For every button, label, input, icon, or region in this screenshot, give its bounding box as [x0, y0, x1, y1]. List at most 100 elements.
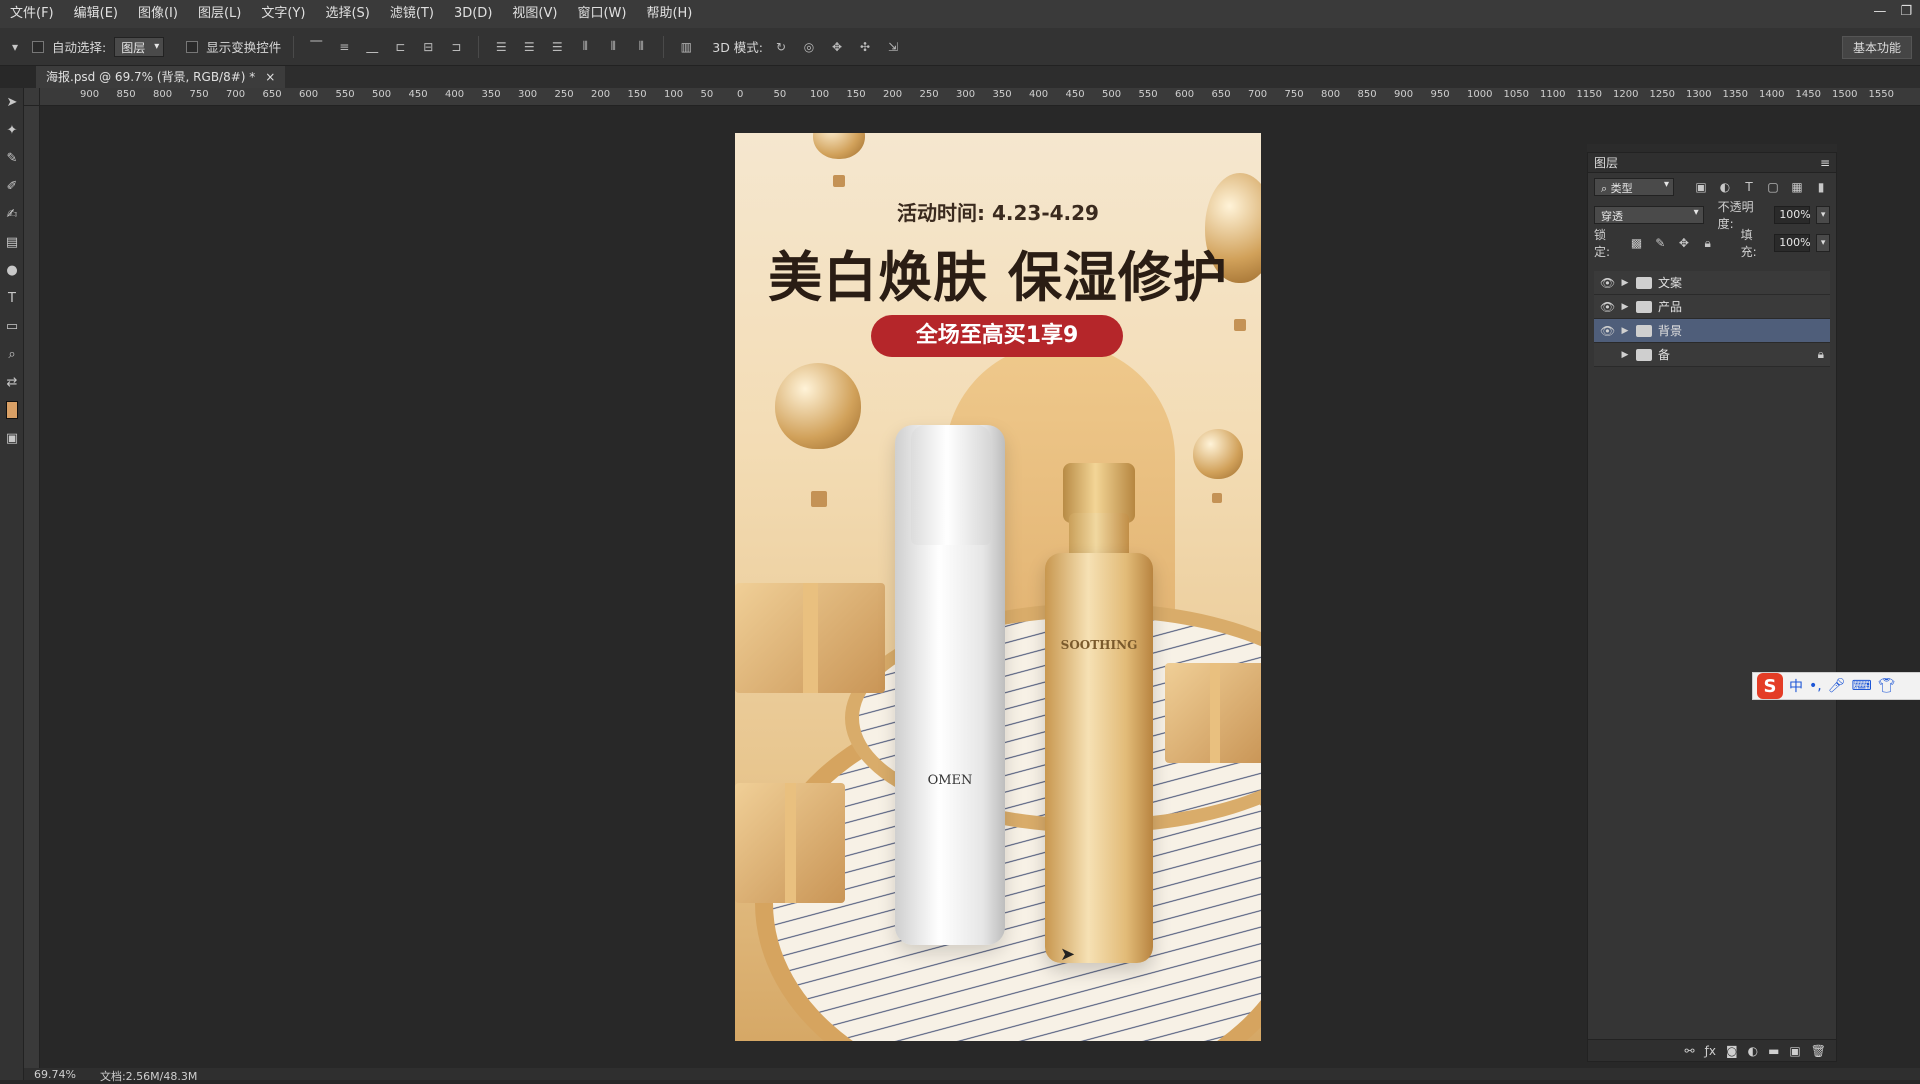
zoom-level[interactable]: 69.74%: [34, 1068, 76, 1081]
move-tool-icon[interactable]: ➤: [0, 88, 24, 116]
roll-3d-icon[interactable]: ◎: [799, 37, 819, 57]
menu-layer[interactable]: 图层(L): [188, 0, 251, 28]
menu-type[interactable]: 文字(Y): [251, 0, 315, 28]
new-group-icon[interactable]: ▬: [1768, 1044, 1779, 1058]
poster-headline: 美白焕肤 保湿修护: [768, 246, 1228, 309]
new-layer-icon[interactable]: ▣: [1789, 1044, 1800, 1058]
minimize-icon[interactable]: —: [1873, 4, 1886, 19]
document-size[interactable]: 文档:2.56M/48.3M: [100, 1068, 197, 1083]
filter-adjustment-icon[interactable]: ◐: [1716, 178, 1734, 196]
align-bottom-icon[interactable]: ⎽: [362, 37, 382, 57]
screen-mode-icon[interactable]: ▣: [0, 424, 24, 452]
layer-filter-dropdown[interactable]: ⌕ 类型: [1594, 178, 1674, 196]
link-layers-icon[interactable]: ⚯: [1685, 1044, 1695, 1058]
filter-toggle-icon[interactable]: ▮: [1812, 178, 1830, 196]
expand-triangle-icon[interactable]: ▶: [1620, 302, 1630, 312]
blend-mode-dropdown[interactable]: 穿透: [1594, 206, 1704, 224]
keyboard-icon[interactable]: ⌨: [1852, 678, 1872, 694]
microphone-icon[interactable]: 🎤︎: [1828, 678, 1846, 694]
auto-select-checkbox[interactable]: [32, 40, 44, 53]
lock-row: 锁定: ▩ ✎ ✥ 🔒︎ 填充: 100% ▾: [1588, 228, 1836, 259]
filter-pixel-icon[interactable]: ▣: [1692, 178, 1710, 196]
skin-icon[interactable]: 👕︎: [1878, 678, 1896, 694]
swap-colors-icon[interactable]: ⇄: [0, 368, 24, 396]
dodge-icon[interactable]: ●: [0, 256, 24, 284]
foreground-color-swatch[interactable]: [0, 396, 24, 424]
menu-image[interactable]: 图像(I): [128, 0, 188, 28]
align-vcenter-icon[interactable]: ≡: [334, 37, 354, 57]
adjustment-layer-icon[interactable]: ◐: [1748, 1044, 1758, 1058]
menu-select[interactable]: 选择(S): [315, 0, 379, 28]
eyedropper-icon[interactable]: ✎: [0, 144, 24, 172]
expand-triangle-icon[interactable]: ▶: [1620, 350, 1630, 360]
distribute-top-icon[interactable]: ☰: [491, 37, 511, 57]
distribute-right-icon[interactable]: ⦀: [631, 37, 651, 57]
align-left-icon[interactable]: ⊏: [390, 37, 410, 57]
menu-file[interactable]: 文件(F): [0, 0, 64, 28]
sogou-logo-icon[interactable]: S: [1757, 673, 1783, 699]
distribute-left-icon[interactable]: ⦀: [575, 37, 595, 57]
eye-icon[interactable]: 👁︎: [1600, 300, 1615, 314]
filter-smart-object-icon[interactable]: ▦: [1788, 178, 1806, 196]
lock-transparent-icon[interactable]: ▩: [1628, 234, 1646, 252]
move-tool-preset-icon[interactable]: ▾: [6, 38, 24, 56]
restore-icon[interactable]: ❐: [1900, 4, 1912, 19]
layer-row-copy[interactable]: 👁︎ ▶ 文案: [1594, 271, 1830, 295]
opacity-input[interactable]: 100%: [1774, 206, 1811, 224]
lock-image-icon[interactable]: ✎: [1651, 234, 1669, 252]
zoom-icon[interactable]: ⌕: [0, 340, 24, 368]
menu-window[interactable]: 窗口(W): [567, 0, 636, 28]
eye-icon[interactable]: 👁︎: [1600, 324, 1615, 338]
history-brush-icon[interactable]: ✍: [0, 200, 24, 228]
close-icon[interactable]: ×: [265, 66, 275, 88]
menu-help[interactable]: 帮助(H): [636, 0, 702, 28]
shape-tool-icon[interactable]: ▭: [0, 312, 24, 340]
fill-input[interactable]: 100%: [1774, 234, 1811, 252]
punctuation-icon[interactable]: •,: [1809, 678, 1822, 694]
distribute-bottom-icon[interactable]: ☰: [547, 37, 567, 57]
layer-row-product[interactable]: 👁︎ ▶ 产品: [1594, 295, 1830, 319]
filter-shape-icon[interactable]: ▢: [1764, 178, 1782, 196]
menu-3d[interactable]: 3D(D): [444, 0, 502, 28]
workspace-button[interactable]: 基本功能: [1841, 36, 1912, 59]
expand-triangle-icon[interactable]: ▶: [1620, 278, 1630, 288]
document-canvas[interactable]: OMEN SOOTHING 活动时间: 4.23-4.29 美白焕肤 保湿修护 …: [735, 133, 1261, 1041]
align-top-icon[interactable]: ⎺: [306, 37, 326, 57]
align-right-icon[interactable]: ⊐: [446, 37, 466, 57]
show-transform-checkbox[interactable]: [186, 40, 199, 53]
type-tool-icon[interactable]: T: [0, 284, 24, 312]
layer-row-backup[interactable]: ▶ 备 🔒︎: [1594, 343, 1830, 367]
scale-3d-icon[interactable]: ⇲: [883, 37, 903, 57]
rotate-3d-icon[interactable]: ↻: [771, 37, 791, 57]
magic-wand-icon[interactable]: ✦: [0, 116, 24, 144]
opacity-dropdown-icon[interactable]: ▾: [1816, 206, 1830, 224]
layer-row-background[interactable]: 👁︎ ▶ 背景: [1594, 319, 1830, 343]
align-hcenter-icon[interactable]: ⊟: [418, 37, 438, 57]
panel-menu-icon[interactable]: ≡: [1820, 156, 1830, 170]
auto-align-icon[interactable]: ▥: [676, 37, 696, 57]
fill-dropdown-icon[interactable]: ▾: [1816, 234, 1831, 252]
distribute-hcenter-icon[interactable]: ⦀: [603, 37, 623, 57]
ime-language[interactable]: 中: [1789, 676, 1803, 696]
menu-edit[interactable]: 编辑(E): [64, 0, 128, 28]
auto-select-dropdown[interactable]: 图层: [114, 36, 165, 57]
slide-3d-icon[interactable]: ✣: [855, 37, 875, 57]
layers-panel-title[interactable]: 图层: [1594, 154, 1618, 171]
menu-view[interactable]: 视图(V): [502, 0, 567, 28]
distribute-vcenter-icon[interactable]: ☰: [519, 37, 539, 57]
expand-triangle-icon[interactable]: ▶: [1620, 326, 1630, 336]
gift-box-bottom-left: [735, 783, 845, 903]
ruler-tick-label: 450: [408, 89, 428, 100]
document-tab[interactable]: 海报.psd @ 69.7% (背景, RGB/8#) * ×: [36, 66, 286, 88]
brush-icon[interactable]: ✐: [0, 172, 24, 200]
lock-all-icon[interactable]: 🔒︎: [1699, 234, 1717, 252]
eye-icon[interactable]: 👁︎: [1600, 276, 1615, 290]
pan-3d-icon[interactable]: ✥: [827, 37, 847, 57]
filter-type-icon[interactable]: T: [1740, 178, 1758, 196]
gradient-icon[interactable]: ▤: [0, 228, 24, 256]
delete-layer-icon[interactable]: 🗑︎: [1811, 1044, 1826, 1058]
lock-position-icon[interactable]: ✥: [1675, 234, 1693, 252]
layer-style-icon[interactable]: ƒx: [1705, 1044, 1716, 1058]
menu-filter[interactable]: 滤镜(T): [380, 0, 444, 28]
add-mask-icon[interactable]: ◙: [1726, 1044, 1738, 1058]
